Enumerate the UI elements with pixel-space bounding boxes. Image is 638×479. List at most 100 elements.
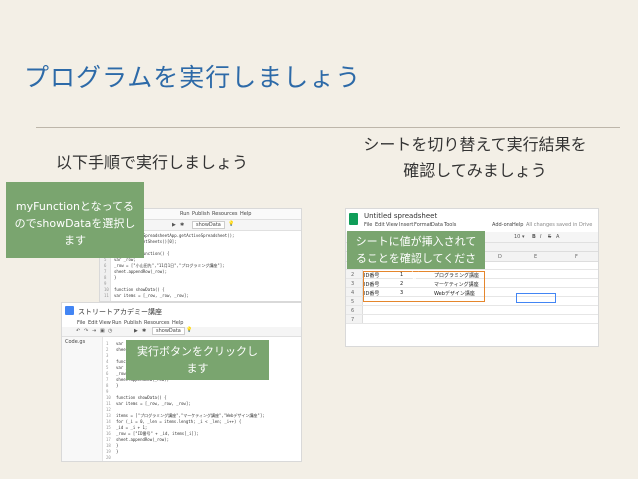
line-number: 9 bbox=[104, 281, 107, 286]
save-icon[interactable]: ▣ bbox=[100, 328, 105, 334]
menu-publish[interactable]: Publish bbox=[124, 320, 142, 326]
editor-front-menubar: File Edit View Run Publish Resources Hel… bbox=[62, 319, 301, 327]
code-line[interactable]: sheet.appendRow(_row); bbox=[116, 437, 169, 442]
line-number: 15 bbox=[106, 425, 111, 430]
row-number[interactable]: 4 bbox=[351, 290, 354, 296]
menu-tools[interactable]: Tools bbox=[444, 222, 456, 228]
menu-help[interactable]: Help bbox=[240, 211, 251, 217]
function-select[interactable]: showData bbox=[192, 221, 225, 229]
text-color-icon[interactable]: A bbox=[556, 234, 559, 240]
menu-file[interactable]: File bbox=[364, 222, 372, 228]
code-line[interactable]: } bbox=[114, 275, 116, 280]
selected-cell[interactable] bbox=[516, 293, 556, 303]
redo-icon[interactable]: ↷ bbox=[84, 328, 88, 334]
right-heading: シートを切り替えて実行結果を 確認してみましょう bbox=[340, 132, 610, 184]
menu-run[interactable]: Run bbox=[180, 211, 190, 217]
code-line[interactable]: var items = [_row, _row, _row]; bbox=[116, 401, 191, 406]
row-number[interactable]: 2 bbox=[351, 272, 354, 278]
row-number[interactable]: 3 bbox=[351, 281, 354, 287]
menu-addons[interactable]: Add-ons bbox=[492, 222, 512, 228]
lightbulb-icon[interactable]: 💡 bbox=[186, 327, 192, 333]
menu-help[interactable]: Help bbox=[512, 222, 523, 228]
slide-title: プログラムを実行しましょう bbox=[24, 63, 362, 92]
save-status: All changes saved in Drive bbox=[526, 222, 593, 228]
right-heading-line2: 確認してみましょう bbox=[403, 161, 547, 180]
line-number: 11 bbox=[106, 401, 111, 406]
line-number: 20 bbox=[106, 455, 111, 460]
project-name[interactable]: ストリートアカデミー講座 bbox=[78, 307, 162, 317]
menu-insert[interactable]: Insert bbox=[399, 222, 413, 228]
undo-icon[interactable]: ↶ bbox=[76, 328, 80, 334]
clock-icon[interactable]: ◷ bbox=[108, 328, 112, 334]
line-number: 3 bbox=[106, 353, 109, 358]
line-number: 14 bbox=[106, 419, 111, 424]
menu-data[interactable]: Data bbox=[431, 222, 443, 228]
line-number: 10 bbox=[106, 395, 111, 400]
line-number: 8 bbox=[106, 383, 109, 388]
debug-icon[interactable]: ✱ bbox=[180, 222, 184, 228]
bold-icon[interactable]: B bbox=[532, 234, 536, 240]
column-header[interactable]: E bbox=[534, 254, 537, 260]
row-gridline bbox=[346, 314, 598, 315]
line-number: 6 bbox=[104, 263, 107, 268]
line-number: 8 bbox=[104, 275, 107, 280]
column-header[interactable]: D bbox=[498, 254, 502, 260]
italic-icon[interactable]: I bbox=[540, 234, 541, 240]
indent-icon[interactable]: ⇥ bbox=[92, 328, 96, 334]
menu-run[interactable]: Run bbox=[112, 320, 122, 326]
row-number[interactable]: 5 bbox=[351, 299, 354, 305]
code-line[interactable]: _id = _i + 1; bbox=[116, 425, 147, 430]
run-button-icon[interactable]: ▶ bbox=[134, 328, 138, 334]
editor-screenshot-front: ストリートアカデミー講座 File Edit View Run Publish … bbox=[61, 302, 302, 462]
code-line[interactable]: var items = [_row, _row, _row]; bbox=[114, 293, 189, 298]
code-line[interactable]: sheet.appendRow(_row); bbox=[114, 269, 167, 274]
code-line[interactable]: function showData() { bbox=[114, 287, 165, 292]
spreadsheet-screenshot: Untitled spreadsheet File Edit View Inse… bbox=[345, 208, 599, 347]
editor-front-toolbar: ↶ ↷ ⇥ ▣ ◷ ▶ ✱ showData 💡 bbox=[62, 327, 301, 337]
line-number: 5 bbox=[106, 365, 109, 370]
code-line[interactable]: } bbox=[116, 443, 118, 448]
menu-view[interactable]: View bbox=[99, 320, 111, 326]
run-icon[interactable]: ▶ bbox=[172, 222, 176, 228]
callout-select-function: myFunctionとなってるのでshowDataを選択します bbox=[6, 182, 144, 258]
line-number: 1 bbox=[106, 341, 109, 346]
editor-front-header: ストリートアカデミー講座 bbox=[62, 303, 301, 319]
debug-icon[interactable]: ✱ bbox=[142, 328, 146, 334]
line-number: 9 bbox=[106, 389, 109, 394]
function-select[interactable]: showData bbox=[152, 327, 185, 335]
line-number: 18 bbox=[106, 443, 111, 448]
lightbulb-icon[interactable]: 💡 bbox=[228, 221, 234, 227]
inserted-rows-highlight bbox=[363, 271, 485, 302]
callout-run-button: 実行ボタンをクリックします bbox=[126, 340, 269, 380]
menu-help[interactable]: Help bbox=[172, 320, 183, 326]
code-line[interactable]: } bbox=[116, 383, 118, 388]
file-list-panel: Code.gs bbox=[62, 337, 103, 461]
menu-resources[interactable]: Resources bbox=[212, 211, 238, 217]
code-line[interactable]: } bbox=[116, 449, 118, 454]
callout-sheet-inserted: シートに値が挿入されてることを確認してください bbox=[347, 231, 485, 282]
row-number[interactable]: 6 bbox=[351, 308, 354, 314]
line-number: 10 bbox=[104, 287, 109, 292]
strike-icon[interactable]: S bbox=[548, 234, 551, 240]
row-gridline bbox=[346, 305, 598, 306]
font-size-icon[interactable]: 10 ▾ bbox=[514, 234, 524, 240]
sheets-logo-icon bbox=[349, 213, 358, 225]
right-heading-line1: シートを切り替えて実行結果を bbox=[363, 135, 587, 154]
doc-title[interactable]: Untitled spreadsheet bbox=[364, 212, 437, 220]
menu-format[interactable]: Format bbox=[414, 222, 432, 228]
menu-edit[interactable]: Edit bbox=[88, 320, 98, 326]
column-header[interactable]: F bbox=[575, 254, 578, 260]
menu-edit[interactable]: Edit bbox=[375, 222, 385, 228]
line-number: 17 bbox=[106, 437, 111, 442]
row-number[interactable]: 7 bbox=[351, 317, 354, 323]
line-number: 2 bbox=[106, 347, 109, 352]
code-line[interactable]: for (_i = 0, _len = items.length; _i < _… bbox=[116, 419, 241, 424]
menu-publish[interactable]: Publish bbox=[192, 211, 210, 217]
file-code-gs[interactable]: Code.gs bbox=[65, 339, 85, 345]
apps-script-logo-icon bbox=[65, 306, 74, 315]
menu-file[interactable]: File bbox=[77, 320, 85, 326]
menu-view[interactable]: View bbox=[386, 222, 398, 228]
menu-resources[interactable]: Resources bbox=[144, 320, 170, 326]
line-number: 12 bbox=[106, 407, 111, 412]
code-line[interactable]: function showData() { bbox=[116, 395, 167, 400]
